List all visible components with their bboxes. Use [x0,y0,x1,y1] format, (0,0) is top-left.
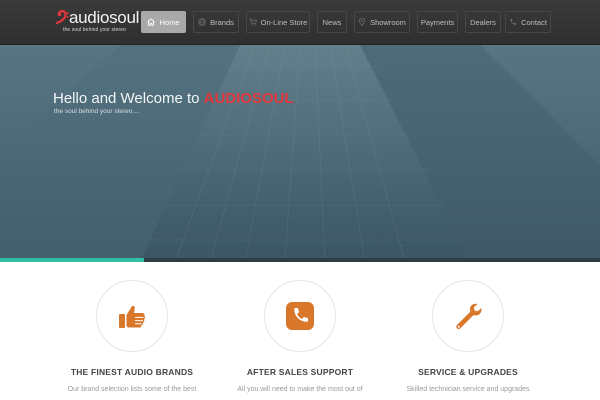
hero-title-brand: AUDIOSOUL [203,90,294,107]
feature-icon-circle [432,280,504,352]
hero-title-prefix: Hello and Welcome to [53,90,204,107]
nav-label-showroom: Showroom [370,17,406,27]
nav-item-dealers[interactable]: Dealers [465,11,501,33]
feature-text: Our brand selection lists some of the be… [67,386,197,393]
bass-clef-logo-icon [56,10,69,25]
feature-title: THE FINEST AUDIO BRANDS [70,367,194,377]
nav-label-news: News [322,17,342,27]
feature-title: SERVICE & UPGRADES [418,367,518,377]
nav-label-contact: Contact [521,17,547,27]
nav-label-home: Home [159,17,180,27]
nav-label-dealers: Dealers [470,17,496,27]
nav-label-online-store: On-Line Store [260,17,308,27]
feature-text: Skilled technician service and upgrades [406,386,530,393]
thumbs-up-icon [119,305,145,328]
feature-text: All you will need to make the most out o… [237,386,363,393]
hero-banner: Hello and Welcome to AUDIOSOUL the soul … [0,45,600,262]
hero-subtitle: the soul behind your stereo.... [54,108,140,115]
nav-item-contact[interactable]: Contact [505,11,551,33]
nav-item-home[interactable]: Home [141,11,186,33]
nav-label-brands: Brands [210,17,234,27]
globe-icon [198,18,206,26]
feature-icon-circle [264,280,336,352]
nav-label-payments: Payments [420,17,455,27]
phone-icon [509,18,517,26]
nav-item-payments[interactable]: Payments [417,11,458,33]
top-navbar: audiosoul the soul behind your stereo Ho… [0,0,600,45]
location-icon [358,18,366,26]
feature-after-sales: AFTER SALES SUPPORT All you will need to… [210,280,390,400]
logo-wordmark: audiosoul [69,8,140,27]
cart-icon [248,18,257,26]
logo-tagline: the soul behind your stereo [63,27,127,33]
home-icon [147,18,156,26]
feature-title: AFTER SALES SUPPORT [246,367,354,377]
slider-progress-fill [0,258,144,262]
hero-title: Hello and Welcome to AUDIOSOUL [53,90,294,107]
nav-item-news[interactable]: News [317,11,347,33]
feature-icon-circle [96,280,168,352]
slider-progress-bar [0,258,600,262]
phone-icon [286,302,314,330]
site-logo[interactable]: audiosoul the soul behind your stereo [56,8,139,36]
wrench-icon [456,303,482,330]
hero-building-background [0,45,600,262]
nav-item-showroom[interactable]: Showroom [354,11,410,33]
feature-finest-brands: THE FINEST AUDIO BRANDS Our brand select… [42,280,222,400]
nav-item-online-store[interactable]: On-Line Store [246,11,310,33]
nav-item-brands[interactable]: Brands [193,11,239,33]
feature-service-upgrades: SERVICE & UPGRADES Skilled technician se… [378,280,558,400]
